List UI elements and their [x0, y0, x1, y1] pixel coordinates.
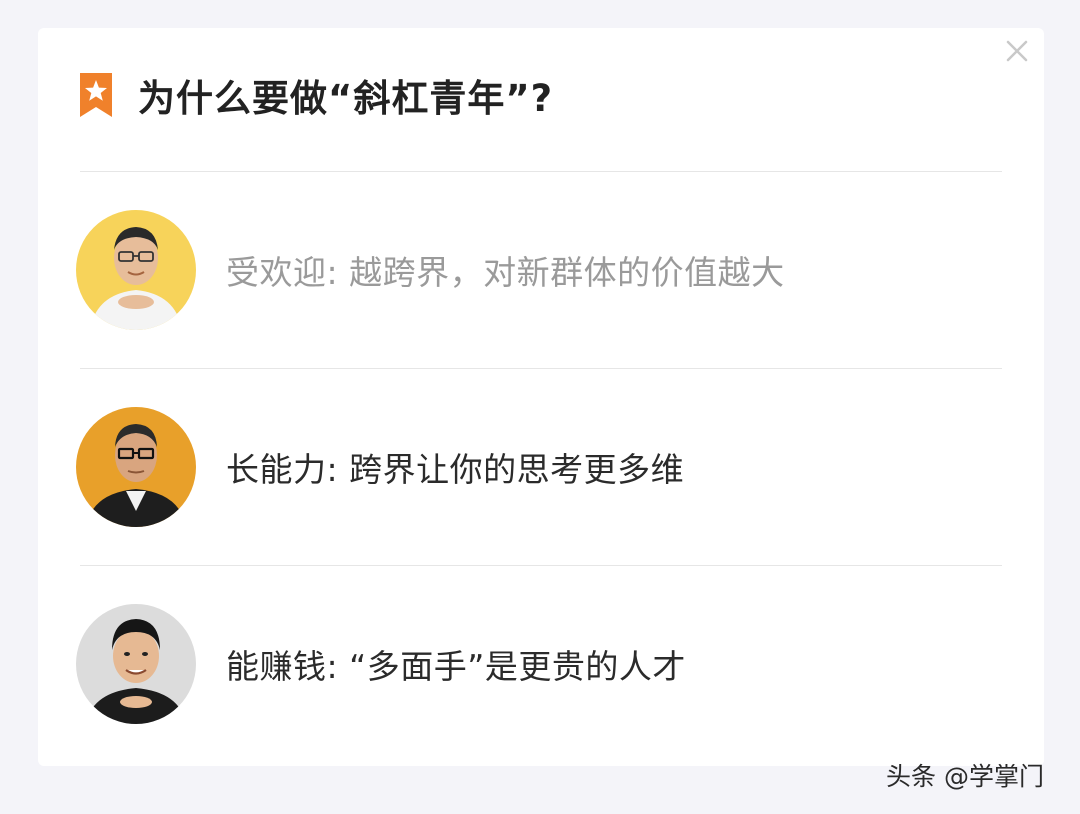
list-item: 能赚钱: “多面手”是更贵的人才 [76, 603, 686, 725]
item-label: 长能力 [226, 450, 327, 489]
item-description: 越跨界，对新群体的价值越大 [349, 253, 785, 292]
close-button[interactable] [1004, 38, 1030, 64]
item-description: “多面手”是更贵的人才 [349, 647, 686, 686]
avatar [76, 407, 196, 527]
item-description: 跨界让你的思考更多维 [349, 450, 685, 489]
page: 为什么要做“斜杠青年”? 受欢迎: 越跨界，对新群体的价值越大 长能力: 跨界让… [0, 0, 1080, 814]
divider [80, 368, 1002, 369]
watermark: 头条 @学掌门 [886, 762, 1044, 791]
avatar [76, 604, 196, 724]
list-item: 长能力: 跨界让你的思考更多维 [76, 406, 684, 528]
list-item-text: 长能力: 跨界让你的思考更多维 [226, 443, 684, 491]
item-separator: : [326, 450, 339, 489]
star-bookmark-icon [78, 71, 114, 119]
item-separator: : [326, 253, 339, 292]
card-title: 为什么要做“斜杠青年”? [138, 77, 554, 120]
avatar [76, 210, 196, 330]
divider [80, 565, 1002, 566]
close-icon [1006, 40, 1028, 62]
list-item: 受欢迎: 越跨界，对新群体的价值越大 [76, 209, 785, 331]
item-label: 能赚钱 [226, 647, 327, 686]
divider [80, 171, 1002, 172]
list-item-text: 受欢迎: 越跨界，对新群体的价值越大 [226, 246, 785, 294]
card-header: 为什么要做“斜杠青年”? [78, 70, 553, 120]
list-item-text: 能赚钱: “多面手”是更贵的人才 [226, 640, 686, 688]
item-separator: : [326, 647, 339, 686]
item-label: 受欢迎 [226, 253, 327, 292]
